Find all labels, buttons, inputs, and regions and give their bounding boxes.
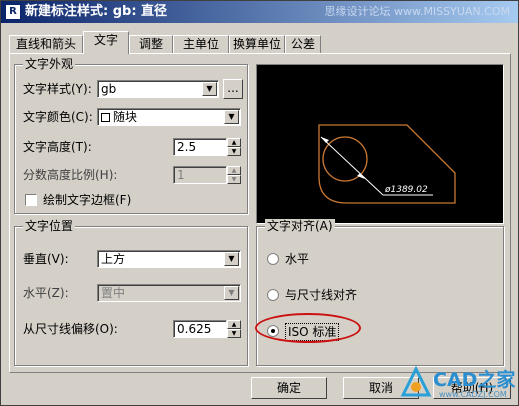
cad-site-logo: CAD之家 www.CADZJ.COM [399, 363, 517, 403]
text-color-select[interactable]: 随块 ▼ [97, 108, 241, 126]
vertical-label: 垂直(V): [23, 252, 69, 266]
cad-logo-icon [400, 365, 432, 397]
diameter-line [320, 136, 384, 196]
horizontal-label: 水平(Z): [23, 286, 69, 300]
autocad-app-icon: R [5, 4, 21, 20]
chevron-down-icon[interactable]: ▼ [224, 252, 239, 266]
offset-spinner[interactable]: ▲ ▼ [227, 320, 241, 338]
group-title: 文字外观 [23, 57, 76, 71]
spin-up-icon[interactable]: ▲ [227, 138, 241, 147]
vertical-select[interactable]: 上方 ▼ [97, 250, 241, 268]
text-color-label: 文字颜色(C): [23, 110, 93, 124]
tab-tolerances[interactable]: 公差 [285, 35, 321, 53]
color-swatch-icon [101, 113, 110, 122]
text-height-spinner[interactable]: ▲ ▼ [227, 138, 241, 156]
browse-text-style-button[interactable]: ... [223, 79, 243, 99]
spin-down-icon[interactable]: ▼ [227, 329, 241, 338]
chevron-down-icon: ▼ [224, 286, 239, 300]
group-title: 文字位置 [23, 219, 76, 233]
align-with-dimline-radio[interactable] [267, 289, 279, 301]
vertical-value: 上方 [101, 252, 126, 266]
chevron-down-icon[interactable]: ▼ [224, 110, 239, 124]
highlight-oval [255, 313, 361, 343]
offset-input[interactable]: 0.625 [173, 320, 227, 338]
group-title: 文字对齐(A) [265, 219, 335, 233]
fraction-height-label: 分数高度比例(H): [23, 168, 118, 182]
offset-label: 从尺寸线偏移(O): [23, 322, 118, 336]
text-appearance-group: 文字外观 文字样式(Y): gb ▼ ... 文字颜色(C): 随块 ▼ 文字高… [14, 57, 248, 214]
text-style-select[interactable]: gb ▼ [97, 80, 219, 98]
text-height-label: 文字高度(T): [23, 140, 92, 154]
preview-canvas: ø1389.02 [256, 64, 504, 224]
spin-down-icon: ▼ [227, 175, 241, 184]
tab-text[interactable]: 文字 [83, 31, 129, 54]
fraction-height-input: 1 [173, 166, 227, 184]
tab-alternate-units[interactable]: 换算单位 [229, 35, 285, 53]
tab-primary-units[interactable]: 主单位 [173, 35, 229, 53]
chevron-down-icon[interactable]: ▼ [202, 82, 217, 96]
ok-button[interactable]: 确定 [251, 377, 327, 399]
arrow-head-start [321, 137, 329, 143]
fraction-height-spinner: ▲ ▼ [227, 166, 241, 184]
text-style-label: 文字样式(Y): [23, 82, 92, 96]
align-horizontal-radio[interactable] [267, 253, 279, 265]
tab-fit[interactable]: 调整 [129, 35, 173, 53]
horizontal-select: 置中 ▼ [97, 284, 241, 302]
dimension-preview: ø1389.02 [318, 124, 456, 204]
align-horizontal-label: 水平 [285, 252, 310, 266]
cad-logo-url: www.CADZJ.COM [439, 390, 507, 399]
text-style-value: gb [101, 82, 117, 96]
spin-up-icon[interactable]: ▲ [227, 320, 241, 329]
horizontal-value: 置中 [101, 286, 126, 300]
tab-lines-arrows[interactable]: 直线和箭头 [9, 35, 83, 53]
draw-frame-label: 绘制文字边框(F) [43, 193, 132, 207]
spin-up-icon: ▲ [227, 166, 241, 175]
spin-down-icon[interactable]: ▼ [227, 147, 241, 156]
tab-panel: 文字外观 文字样式(Y): gb ▼ ... 文字颜色(C): 随块 ▼ 文字高… [9, 53, 511, 373]
draw-frame-checkbox[interactable] [25, 194, 37, 206]
dimension-text: ø1389.02 [384, 185, 428, 195]
dimension-style-dialog: R 新建标注样式: gb: 直径 思缘设计论坛 www.MISSYUAN.COM… [0, 0, 519, 406]
text-alignment-group: 文字对齐(A) 水平 与尺寸线对齐 ISO 标准 [256, 219, 504, 366]
align-with-dimline-label: 与尺寸线对齐 [285, 288, 358, 302]
text-color-value: 随块 [113, 110, 138, 124]
cad-logo-text: CAD之家 [433, 369, 516, 391]
forum-watermark: 思缘设计论坛 www.MISSYUAN.COM [324, 5, 510, 18]
text-placement-group: 文字位置 垂直(V): 上方 ▼ 水平(Z): 置中 ▼ 从尺寸线偏移(O): … [14, 219, 248, 366]
title-bar: R 新建标注样式: gb: 直径 思缘设计论坛 www.MISSYUAN.COM [1, 1, 518, 23]
text-height-input[interactable]: 2.5 [173, 138, 227, 156]
window-title: 新建标注样式: gb: 直径 [25, 4, 168, 19]
